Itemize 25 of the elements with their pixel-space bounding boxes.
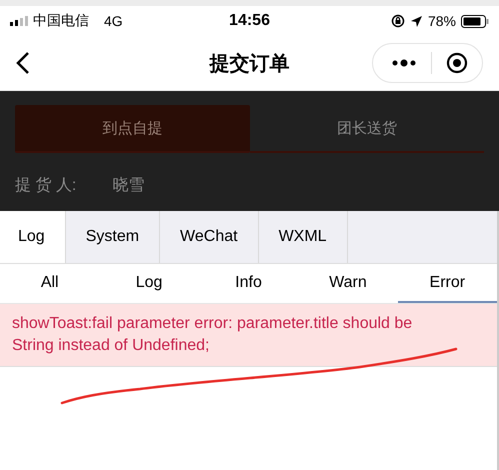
close-icon[interactable] bbox=[446, 52, 468, 74]
delivery-tab[interactable]: 到点自提 bbox=[15, 105, 250, 153]
page-title: 提交订单 bbox=[210, 50, 290, 76]
clock: 14:56 bbox=[229, 12, 270, 30]
pickup-label: 提 货 人: bbox=[15, 176, 76, 196]
log-filter-tab[interactable]: All bbox=[0, 264, 100, 303]
battery-icon bbox=[461, 14, 489, 28]
location-arrow-icon bbox=[410, 14, 423, 28]
pickup-name: 晓雪 bbox=[112, 176, 144, 196]
back-icon[interactable] bbox=[16, 51, 30, 75]
log-filter-tab[interactable]: Info bbox=[198, 264, 298, 303]
console-tab[interactable]: System bbox=[66, 211, 160, 263]
delivery-tab[interactable]: 团长送货 bbox=[250, 105, 484, 153]
rotation-lock-icon bbox=[390, 14, 405, 28]
console-tab[interactable]: Log bbox=[0, 211, 66, 263]
signal-icon bbox=[10, 16, 28, 26]
network-type: 4G bbox=[104, 13, 123, 29]
console-tab[interactable]: WeChat bbox=[160, 211, 259, 263]
more-icon[interactable] bbox=[391, 59, 417, 67]
console-tab[interactable]: WXML bbox=[258, 211, 348, 263]
error-log-entry: showToast:fail parameter error: parameter.title should be String instead of Undefined; bbox=[0, 304, 497, 367]
log-filter-tab[interactable]: Log bbox=[99, 264, 199, 303]
log-filter-tab[interactable]: Warn bbox=[298, 264, 398, 303]
carrier: 中国电信 bbox=[33, 12, 89, 30]
battery-percent: 78% bbox=[428, 13, 456, 29]
